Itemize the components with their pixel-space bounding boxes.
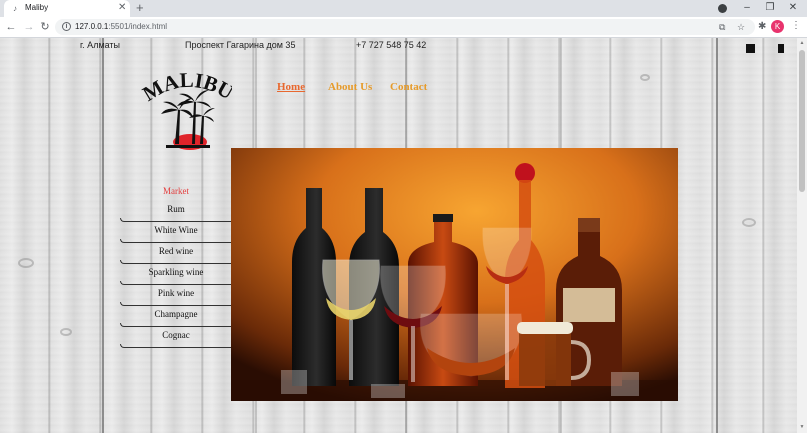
browser-toolbar: ← → ↻ i 127.0.0.1:5501/index.html ⧉ ☆ [0,17,807,38]
market-title[interactable]: Market [120,184,232,201]
maximize-icon[interactable]: ❐ [763,2,777,14]
market-sidebar: Market Rum White Wine Red wine Sparkling… [120,184,232,348]
profile-indicator-icon[interactable] [718,4,727,13]
address-text: Проспект Гагарина дом 35 [185,40,296,50]
new-tab-icon[interactable]: + [136,1,144,15]
tab-close-icon[interactable]: ✕ [118,2,126,14]
extensions-icon[interactable]: ✱ [758,21,766,32]
scroll-up-icon[interactable]: ▲ [799,40,805,46]
wood-knot [742,218,756,227]
phone-text[interactable]: +7 727 548 75 42 [356,40,426,50]
sidebar-item-white-wine[interactable]: White Wine [120,222,232,243]
address-bar[interactable]: i 127.0.0.1:5501/index.html ⧉ ☆ [55,19,755,35]
minimize-icon[interactable]: – [740,2,754,14]
door-icon[interactable] [778,44,784,53]
browser-tab[interactable]: ♪ Maliby ✕ [4,0,130,17]
plank-divider [102,38,104,433]
scroll-down-icon[interactable]: ▼ [799,424,805,430]
sidebar-item-champagne[interactable]: Champagne [120,306,232,327]
nav-about-link[interactable]: About Us [328,81,372,93]
url-text[interactable]: 127.0.0.1:5501/index.html [75,22,167,31]
tab-title: Maliby [25,3,49,12]
login-icon[interactable] [746,44,755,53]
page-scrollbar[interactable]: ▲ ▼ [797,38,807,433]
wood-knot [60,328,72,336]
info-icon[interactable]: i [62,22,71,31]
sidebar-item-pink-wine[interactable]: Pink wine [120,285,232,306]
sidebar-item-sparkling-wine[interactable]: Sparkling wine [120,264,232,285]
sidebar-item-cognac[interactable]: Cognac [120,327,232,348]
browser-menu-icon[interactable]: ⋮ [791,20,801,31]
page-viewport: г. Алматы Проспект Гагарина дом 35 +7 72… [0,38,807,433]
plank-divider [716,38,718,433]
hero-bottles-image [231,148,678,401]
nav-contact-link[interactable]: Contact [390,81,427,93]
browser-tab-strip: ♪ Maliby ✕ + – ❐ ✕ [0,0,807,17]
scroll-thumb[interactable] [799,50,805,192]
back-icon[interactable]: ← [4,20,18,34]
forward-icon[interactable]: → [22,20,36,34]
wood-knot [640,74,650,81]
wood-knot [18,258,34,268]
sidebar-item-rum[interactable]: Rum [120,201,232,222]
reload-icon[interactable]: ↻ [38,20,52,34]
close-window-icon[interactable]: ✕ [786,2,800,14]
nav-home-link[interactable]: Home [277,81,305,93]
city-text: г. Алматы [80,40,121,50]
translate-icon[interactable]: ⧉ [719,21,725,33]
avatar[interactable]: K [771,20,784,33]
malibu-logo[interactable]: MALIBU [138,66,238,150]
sidebar-item-red-wine[interactable]: Red wine [120,243,232,264]
music-note-icon: ♪ [13,4,17,13]
bookmark-star-icon[interactable]: ☆ [737,21,745,33]
